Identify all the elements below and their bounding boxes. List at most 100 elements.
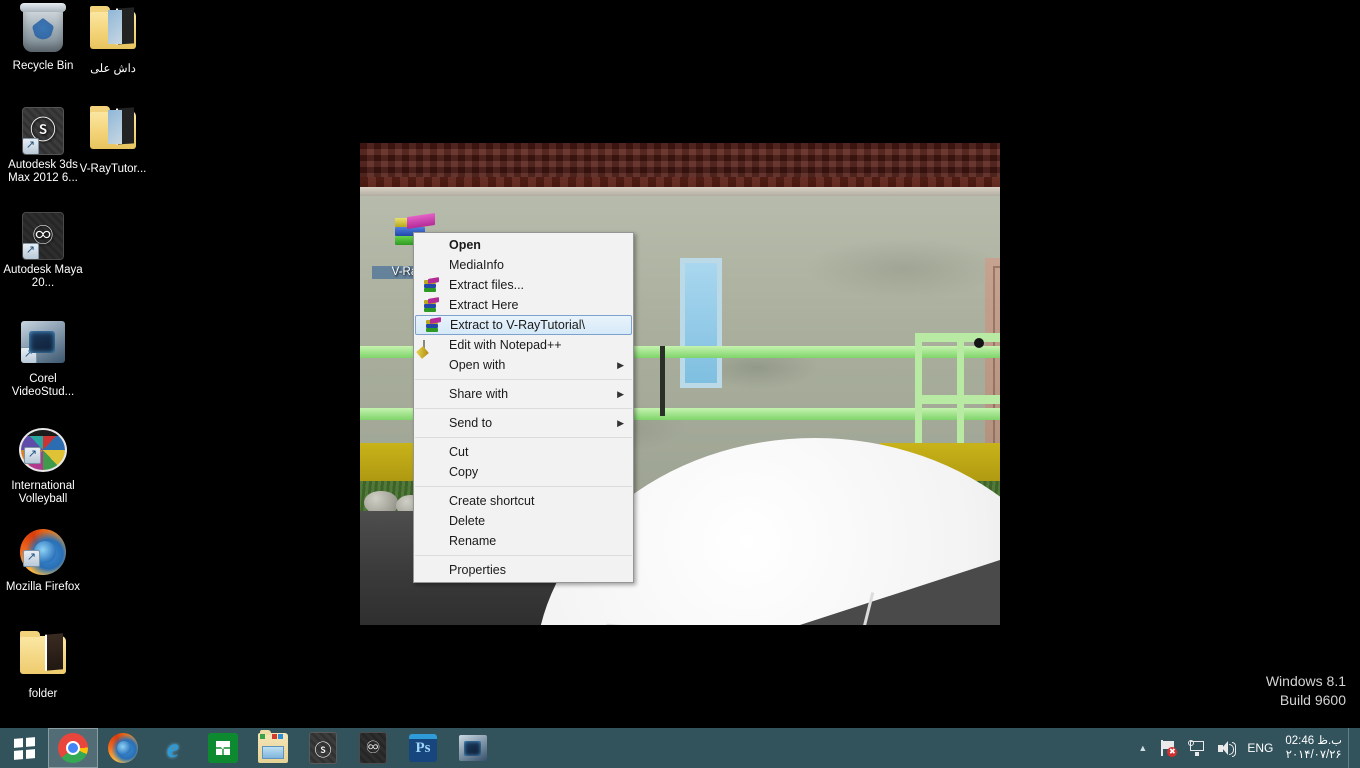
chevron-right-icon: ▶ <box>617 389 624 399</box>
folder-icon <box>89 106 137 159</box>
windows-store-icon <box>208 733 238 763</box>
winrar-icon <box>425 317 442 333</box>
network-icon <box>1188 739 1205 756</box>
context-menu-item-label: Create shortcut <box>449 494 535 508</box>
context-menu-item-label: Open with <box>449 358 506 372</box>
desktop-icon-vray-tutorial-folder[interactable]: V-RayTutor... <box>70 106 156 176</box>
taskbar-3dsmax-button[interactable]: ⓢ <box>298 728 348 768</box>
taskbar-photoshop-button[interactable]: Ps <box>398 728 448 768</box>
desktop-icon-label: Autodesk Maya 20... <box>3 264 83 289</box>
context-menu-item-rename[interactable]: Rename <box>414 531 633 551</box>
context-menu-item-label: Cut <box>449 445 469 459</box>
context-menu-item-label: Delete <box>449 514 486 528</box>
wallpaper-window <box>680 258 722 388</box>
context-menu-item-label: Extract to V-RayTutorial\ <box>450 318 585 332</box>
taskbar-corel-button[interactable] <box>448 728 498 768</box>
clock[interactable]: 02:46 ب.ظ ۲۰۱۴/۰۷/۲۶ <box>1279 728 1348 768</box>
desktop[interactable]: V-RayT... Recycle Bin داش على ͓ⓢ↗ Autode… <box>0 0 1360 768</box>
context-menu-separator <box>415 437 632 438</box>
taskbar-explorer-button[interactable] <box>248 728 298 768</box>
desktop-icon-maya[interactable]: ♾ ↗ Autodesk Maya 20... <box>0 211 86 290</box>
notepadpp-icon <box>423 338 440 356</box>
context-menu-item-label: Extract Here <box>449 298 519 312</box>
context-menu-item-cut[interactable]: Cut <box>414 442 633 462</box>
taskbar-chrome-button[interactable] <box>48 728 98 768</box>
watermark-line-2: Build 9600 <box>1279 692 1346 708</box>
context-menu-item-label: Send to <box>449 416 493 430</box>
context-menu-item-share-with[interactable]: Share with ▶ <box>414 384 633 404</box>
flag-alert-icon: ✖ <box>1159 740 1178 757</box>
context-menu-item-label: Share with <box>449 387 509 401</box>
taskbar-store-button[interactable] <box>198 728 248 768</box>
chrome-icon <box>58 733 88 763</box>
context-menu-item-label: Copy <box>449 465 479 479</box>
context-menu-item-create-shortcut[interactable]: Create shortcut <box>414 491 633 511</box>
watermark-line-1: Windows 8.1 <box>1265 673 1346 689</box>
network-button[interactable] <box>1182 728 1211 768</box>
volume-button[interactable] <box>1211 728 1241 768</box>
show-hidden-icons-button[interactable]: ▲ <box>1132 728 1153 768</box>
clock-time: 02:46 ب.ظ <box>1285 735 1342 747</box>
volume-icon <box>1217 740 1237 757</box>
winrar-icon <box>423 297 440 313</box>
language-indicator[interactable]: ENG <box>1241 728 1279 768</box>
taskbar-ie-button[interactable]: e <box>148 728 198 768</box>
taskbar-firefox-button[interactable] <box>98 728 148 768</box>
context-menu-separator <box>415 408 632 409</box>
context-menu-separator <box>415 555 632 556</box>
3ds-max-icon: ⓢ <box>309 732 337 764</box>
maya-icon: ♾ ↗ <box>19 212 67 260</box>
desktop-icon-label: International Volleyball <box>11 480 75 505</box>
context-menu-item-label: Open <box>449 238 481 252</box>
context-menu-item-open[interactable]: Open <box>414 235 633 255</box>
system-tray[interactable]: ▲ ✖ ENG 02:46 ب.ظ ۲۰۱۴/۰۷/۲۶ <box>1132 728 1360 768</box>
context-menu[interactable]: Open MediaInfo Extract files... Extract … <box>413 232 634 583</box>
taskbar[interactable]: e ⓢ ♾ Ps ▲ ✖ ENG 02:46 ب.ظ ۲۰۱۴/۰۷/۲۶ <box>0 728 1360 768</box>
desktop-icon-mozilla-firefox[interactable]: ↗ Mozilla Firefox <box>0 528 86 594</box>
internet-explorer-icon: e <box>167 732 179 763</box>
photoshop-icon: Ps <box>409 734 437 762</box>
3ds-max-icon: ͓ⓢ ↗ <box>19 107 67 155</box>
desktop-icon-international-volleyball[interactable]: ↗ International Volleyball <box>0 424 86 506</box>
context-menu-item-extract-here[interactable]: Extract Here <box>414 295 633 315</box>
corel-videostudio-icon: ↗ <box>19 321 67 369</box>
clock-date: ۲۰۱۴/۰۷/۲۶ <box>1285 749 1342 761</box>
desktop-icon-corel-videostudio[interactable]: ↗ Corel VideoStud... <box>0 318 86 399</box>
context-menu-item-open-with[interactable]: Open with ▶ <box>414 355 633 375</box>
desktop-icon-label: folder <box>28 688 58 700</box>
windows-activation-watermark: Windows 8.1 Build 9600 <box>1266 672 1346 710</box>
context-menu-item-edit-with-notepadpp[interactable]: Edit with Notepad++ <box>414 335 633 356</box>
context-menu-item-delete[interactable]: Delete <box>414 511 633 531</box>
wallpaper-eave <box>360 187 1000 196</box>
show-desktop-button[interactable] <box>1348 728 1356 768</box>
context-menu-item-label: MediaInfo <box>449 258 504 272</box>
windows-logo-icon <box>13 736 35 760</box>
wallpaper-rail-post-2 <box>660 346 665 416</box>
firefox-icon: ↗ <box>19 529 67 577</box>
desktop-icon-label: Corel VideoStud... <box>11 373 75 398</box>
chevron-right-icon: ▶ <box>617 418 624 428</box>
context-menu-separator <box>415 486 632 487</box>
desktop-icon-folder[interactable]: folder <box>0 630 86 701</box>
wallpaper-gate-knob <box>974 338 984 348</box>
chevron-up-icon: ▲ <box>1138 743 1148 753</box>
context-menu-item-label: Edit with Notepad++ <box>449 338 562 352</box>
folder-icon <box>19 631 67 684</box>
taskbar-maya-button[interactable]: ♾ <box>348 728 398 768</box>
action-center-button[interactable]: ✖ <box>1153 728 1182 768</box>
chevron-right-icon: ▶ <box>617 360 624 370</box>
context-menu-item-send-to[interactable]: Send to ▶ <box>414 413 633 433</box>
context-menu-item-label: Extract files... <box>449 278 525 292</box>
context-menu-item-label: Rename <box>449 534 497 548</box>
context-menu-item-extract-to-folder[interactable]: Extract to V-RayTutorial\ <box>415 315 632 335</box>
context-menu-item-mediainfo[interactable]: MediaInfo <box>414 255 633 275</box>
desktop-icon-dash-ali[interactable]: داش على <box>70 6 156 76</box>
desktop-icon-label: V-RayTutor... <box>79 163 147 175</box>
context-menu-item-properties[interactable]: Properties <box>414 560 633 580</box>
context-menu-item-extract-files[interactable]: Extract files... <box>414 275 633 295</box>
recycle-bin-icon <box>19 3 67 56</box>
volleyball-game-icon: ↗ <box>19 428 67 476</box>
context-menu-item-label: Properties <box>449 563 506 577</box>
start-button[interactable] <box>0 728 48 768</box>
context-menu-item-copy[interactable]: Copy <box>414 462 633 482</box>
